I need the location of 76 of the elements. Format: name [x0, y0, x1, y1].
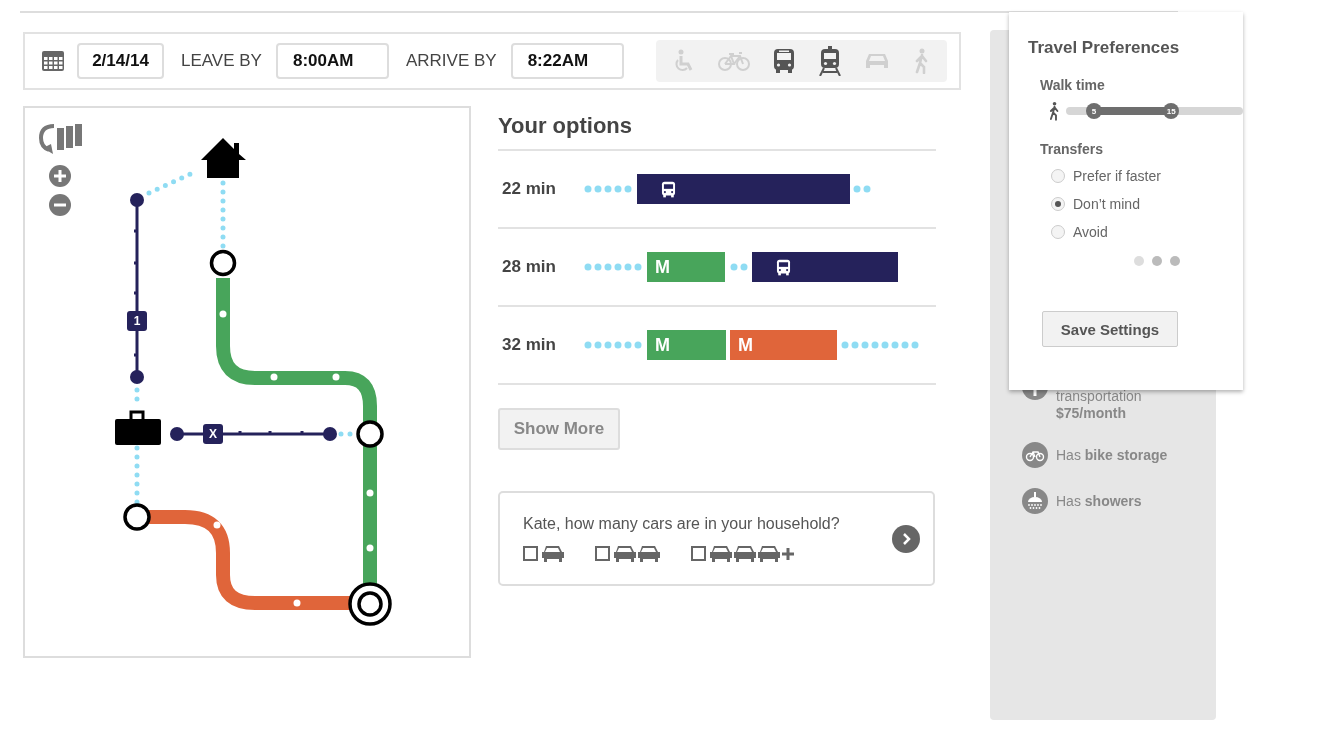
walking-dots — [730, 263, 748, 271]
bus-icon — [776, 258, 791, 276]
stop-dot — [366, 544, 374, 552]
station-marker — [123, 503, 151, 531]
radio-button[interactable] — [1051, 224, 1065, 239]
metro-segment: M — [647, 252, 725, 282]
transfers-label: Transfers — [1040, 141, 1105, 157]
bike-mode-toggle[interactable] — [717, 51, 750, 71]
stop-dot — [366, 489, 374, 497]
checkbox[interactable] — [691, 546, 706, 561]
leave-time-field[interactable]: 8:00AM — [275, 43, 389, 79]
walk-time-label: Walk time — [1040, 77, 1106, 93]
perk-text: Has showers — [1056, 492, 1142, 511]
destination-marker — [348, 582, 392, 626]
bike-icon — [1022, 442, 1048, 468]
arrive-time-field[interactable]: 8:22AM — [510, 43, 624, 79]
leave-by-label: LEAVE BY — [181, 51, 262, 71]
home-icon — [201, 138, 246, 178]
route-badge: 1 — [127, 311, 147, 331]
question-text: Kate, how many cars are in your household? — [523, 514, 840, 533]
cars-icon — [709, 544, 795, 563]
walking-person-icon — [1048, 99, 1060, 123]
bus-mode-toggle[interactable] — [772, 48, 795, 74]
radio-label: Don’t mind — [1073, 195, 1140, 212]
radio-button[interactable] — [1051, 196, 1065, 211]
checkbox[interactable] — [595, 546, 610, 561]
slider-thumb[interactable]: 5 — [1086, 103, 1102, 119]
stop-dot — [270, 373, 278, 381]
walking-dots — [584, 185, 632, 193]
station-marker — [209, 249, 237, 277]
zoom-out-icon[interactable] — [49, 194, 71, 216]
duration-label: 28 min — [501, 257, 557, 277]
route-option[interactable]: 28 min M — [498, 229, 936, 305]
route-badge: X — [203, 424, 223, 444]
route-option[interactable]: 32 min M M — [498, 307, 936, 383]
metro-segment: M — [647, 330, 726, 360]
walking-dots — [584, 341, 642, 349]
walking-dots — [853, 185, 871, 193]
perk-text: Has bike storage — [1056, 446, 1168, 465]
walk-mode-toggle[interactable] — [913, 48, 930, 74]
bus-icon — [661, 180, 676, 198]
route-map[interactable]: 1 X — [23, 106, 471, 658]
car-mode-toggle[interactable] — [864, 51, 891, 71]
duration-label: 32 min — [501, 335, 557, 355]
checkbox[interactable] — [523, 546, 538, 561]
arrive-by-label: ARRIVE BY — [405, 51, 497, 71]
pager-dot[interactable] — [1152, 256, 1162, 266]
route-option[interactable]: 22 min — [498, 151, 936, 227]
car-icon — [541, 544, 565, 563]
radio-button[interactable] — [1051, 168, 1065, 183]
station-marker — [356, 420, 384, 448]
save-settings-button[interactable]: Save Settings — [1042, 311, 1178, 347]
stop-dot — [293, 599, 301, 607]
calendar-icon[interactable] — [42, 51, 64, 71]
section-title: Your options — [498, 113, 634, 140]
zoom-in-icon[interactable] — [49, 165, 71, 187]
stop-dot — [213, 521, 221, 529]
walking-path — [220, 180, 226, 251]
stop-dot — [219, 310, 227, 318]
walking-dots — [584, 263, 642, 271]
date-field[interactable]: 2/14/14 — [77, 43, 164, 79]
stop-dot — [332, 373, 340, 381]
pager-dot[interactable] — [1170, 256, 1180, 266]
pager-dot[interactable] — [1134, 256, 1144, 266]
briefcase-icon — [115, 410, 161, 445]
cars-icon — [613, 544, 661, 563]
popup-title: Travel Preferences — [1028, 38, 1181, 58]
perk-text: $75/month — [1056, 405, 1127, 422]
perk-text: transportation — [1056, 388, 1142, 405]
shower-icon — [1022, 488, 1048, 514]
radio-label: Prefer if faster — [1073, 167, 1161, 184]
radio-label: Avoid — [1073, 223, 1108, 240]
slider-thumb[interactable]: 15 — [1163, 103, 1180, 119]
metro-segment: M — [730, 330, 837, 360]
duration-label: 22 min — [501, 179, 557, 199]
train-mode-toggle[interactable] — [817, 46, 842, 76]
